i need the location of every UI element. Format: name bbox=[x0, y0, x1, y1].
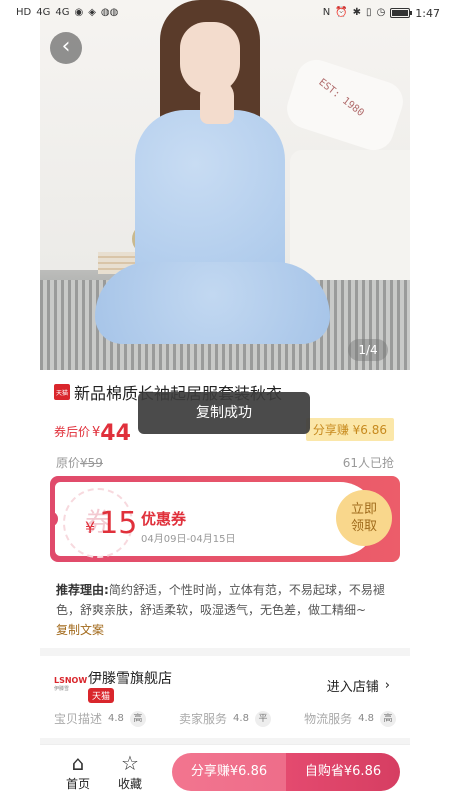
shop-section: LSNOW 伊滕雪 伊滕雪旗舰店 天猫 进入店铺 › 宝贝描述 4.8 高 卖家服… bbox=[40, 660, 410, 740]
coupon-date-range: 04月09日-04月15日 bbox=[141, 534, 236, 545]
after-coupon-label: 券后价 bbox=[54, 425, 91, 439]
status-left-icons: HD 4G 4G ◉ ◈ ◍◍ bbox=[16, 8, 118, 18]
shop-tmall-tag: 天猫 bbox=[88, 688, 115, 703]
signal-icon: 4G bbox=[55, 7, 70, 18]
star-icon: ☆ bbox=[121, 751, 139, 775]
after-coupon-price: 44 bbox=[100, 421, 131, 446]
coupon-amount: ¥ 15 bbox=[85, 506, 138, 541]
favorite-tab[interactable]: ☆ 收藏 bbox=[110, 751, 150, 792]
copy-text-button[interactable]: 复制文案 bbox=[56, 620, 396, 640]
product-detail-page: HD 4G 4G ◉ ◈ ◍◍ N ⏰ ✱ ▯ ◷ 1:47 EST: 1980… bbox=[0, 0, 450, 800]
shield-icon: ◈ bbox=[88, 7, 96, 18]
shop-logo: LSNOW 伊滕雪 bbox=[54, 676, 88, 692]
image-page-indicator: 1/4 bbox=[348, 339, 388, 361]
bottom-action-bar: ⌂ 首页 ☆ 收藏 分享赚¥6.86 自购省¥6.86 bbox=[40, 744, 410, 800]
share-earn-button[interactable]: 分享赚¥6.86 bbox=[172, 753, 286, 791]
status-bar: HD 4G 4G ◉ ◈ ◍◍ N ⏰ ✱ ▯ ◷ 1:47 bbox=[0, 0, 450, 26]
coupon-name: 优惠券 bbox=[141, 510, 187, 528]
recommend-section: 推荐理由:简约舒适，个性时尚，立体有范，不易起球，不易褪色，舒爽亲肤，舒适柔软，… bbox=[56, 580, 396, 640]
original-price: ¥59 bbox=[80, 456, 103, 470]
location-icon: ◷ bbox=[376, 7, 386, 18]
currency-symbol: ¥ bbox=[92, 425, 101, 440]
claim-coupon-button[interactable]: 立即领取 bbox=[336, 490, 392, 546]
rating-logistics: 物流服务 4.8 高 bbox=[304, 710, 396, 727]
alarm-icon: ⏰ bbox=[335, 7, 348, 18]
apps-icon: ◍◍ bbox=[100, 7, 119, 18]
hd-icon: HD bbox=[16, 7, 32, 18]
original-price-label: 原价 bbox=[56, 456, 81, 470]
coupon-card[interactable]: 券 ¥ 15 优惠券 04月09日-04月15日 立即领取 bbox=[50, 476, 400, 562]
vibrate-icon: ▯ bbox=[366, 7, 372, 18]
back-button[interactable]: ‹ bbox=[50, 32, 82, 64]
product-image[interactable]: EST: 1980 bbox=[40, 0, 410, 370]
enter-shop-button[interactable]: 进入店铺 › bbox=[327, 676, 390, 695]
rating-service: 卖家服务 4.8 平 bbox=[179, 710, 271, 727]
clock-time: 1:47 bbox=[415, 6, 440, 20]
chevron-left-icon: ‹ bbox=[61, 34, 71, 59]
shop-name: 伊滕雪旗舰店 bbox=[88, 671, 172, 687]
nfc-icon: N bbox=[322, 7, 331, 18]
original-price-row: 原价¥59 61人已抢 bbox=[40, 446, 410, 479]
copy-success-toast: 复制成功 bbox=[138, 392, 310, 434]
tmall-badge-icon: 天猫 bbox=[54, 384, 70, 400]
bluetooth-icon: ✱ bbox=[352, 7, 362, 18]
share-earn-badge: 分享赚 ¥6.86 bbox=[305, 418, 394, 441]
sold-count: 61人已抢 bbox=[342, 456, 394, 470]
home-tab[interactable]: ⌂ 首页 bbox=[58, 751, 98, 792]
wifi-icon: ◉ bbox=[74, 7, 84, 18]
section-divider bbox=[40, 648, 410, 656]
signal-icon: 4G bbox=[36, 7, 51, 18]
battery-icon bbox=[390, 8, 413, 18]
rating-description: 宝贝描述 4.8 高 bbox=[54, 710, 146, 727]
chevron-right-icon: › bbox=[384, 678, 390, 693]
home-icon: ⌂ bbox=[71, 751, 85, 775]
self-buy-save-button[interactable]: 自购省¥6.86 bbox=[286, 753, 400, 791]
purchase-actions: 分享赚¥6.86 自购省¥6.86 bbox=[172, 753, 400, 791]
recommend-label: 推荐理由: bbox=[56, 583, 109, 597]
status-right-icons: N ⏰ ✱ ▯ ◷ 1:47 bbox=[323, 7, 440, 20]
shop-ratings: 宝贝描述 4.8 高 卖家服务 4.8 平 物流服务 4.8 高 bbox=[54, 710, 396, 727]
